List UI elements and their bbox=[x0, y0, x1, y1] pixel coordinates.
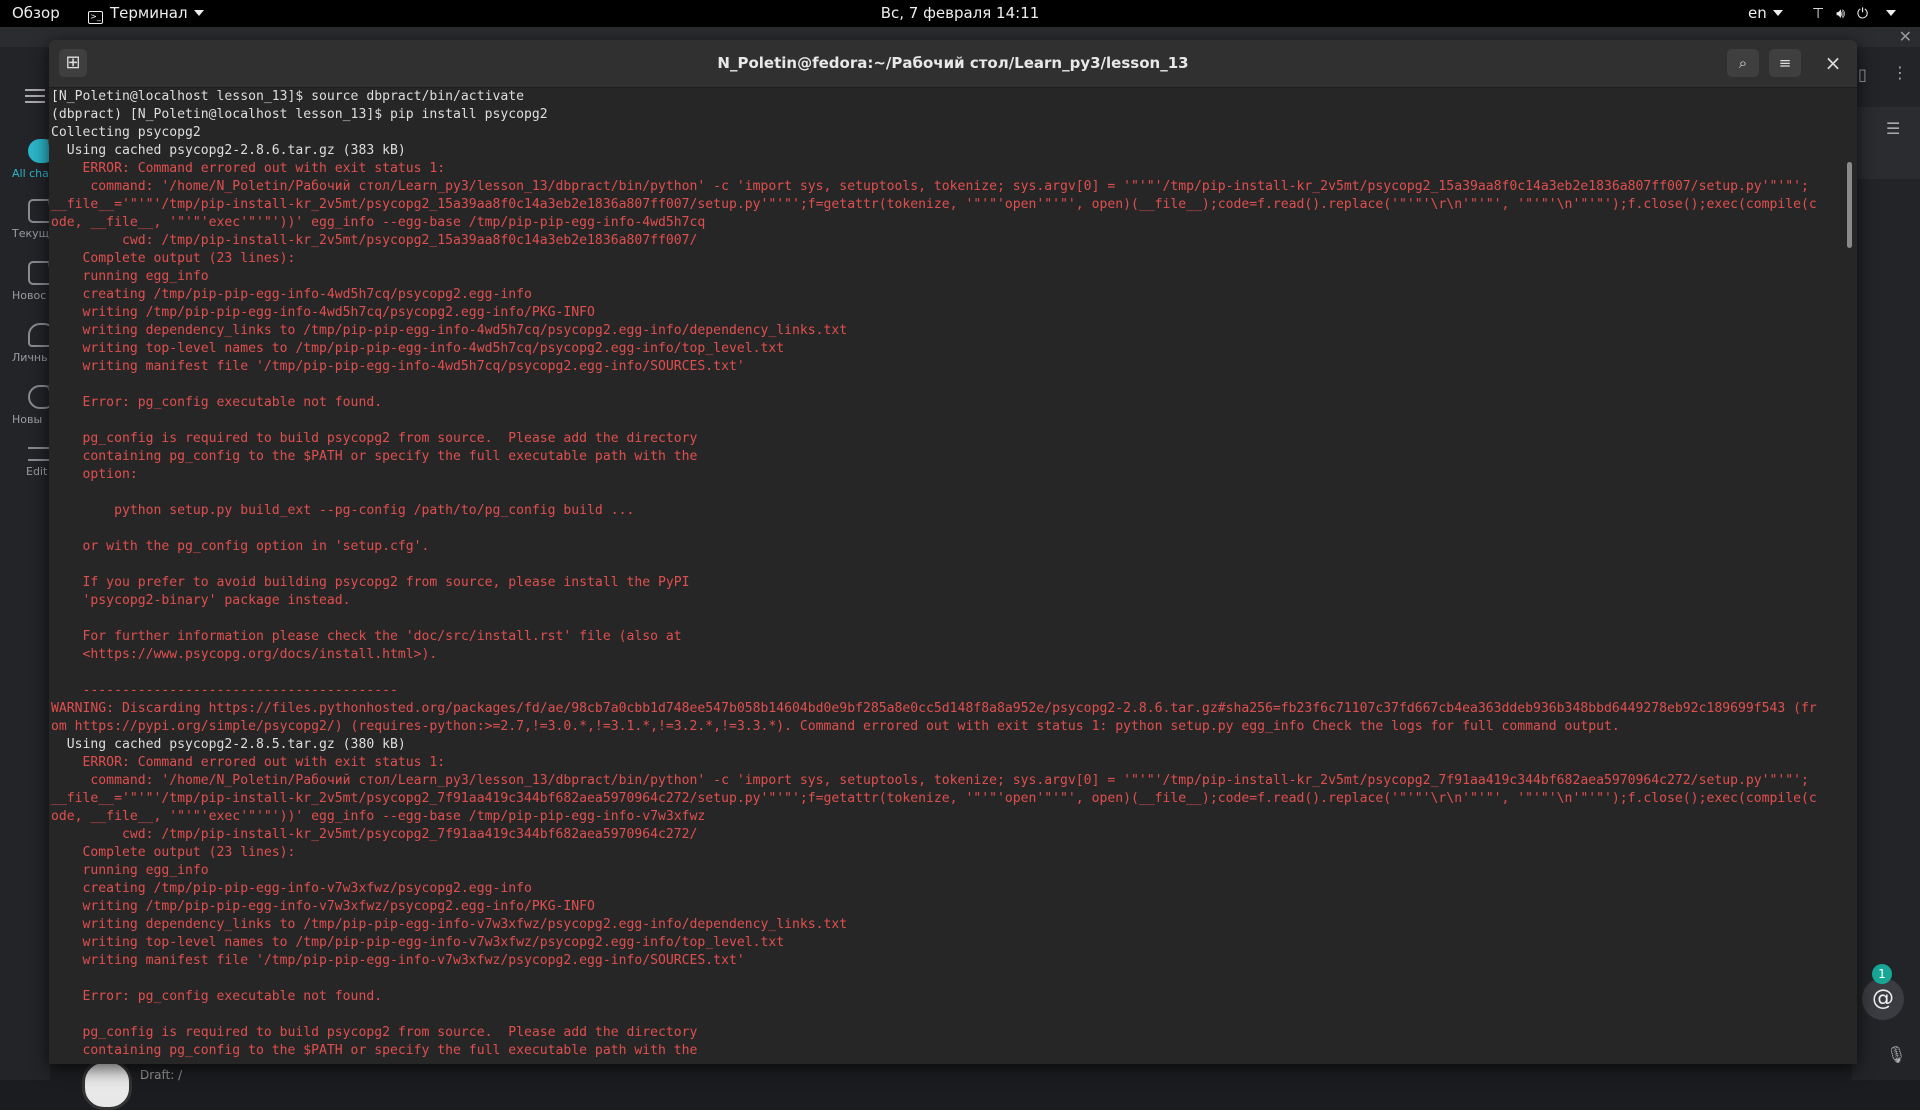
microphone-icon[interactable]: 🎙︎ bbox=[1886, 1045, 1906, 1064]
terminal-line: ERROR: Command errored out with exit sta… bbox=[51, 161, 446, 176]
terminal-line: Error: pg_config executable not found. bbox=[51, 395, 383, 410]
terminal-line: cwd: /tmp/pip-install-kr_2v5mt/psycopg2_… bbox=[51, 233, 698, 248]
chat-folders-sidebar: 5 All cha 2 Текущ 5 Новос Личнь 5 Новы E… bbox=[0, 47, 62, 1080]
terminal-line: cwd: /tmp/pip-install-kr_2v5mt/psycopg2_… bbox=[51, 827, 698, 842]
clock[interactable]: Вс, 7 февраля 14:11 bbox=[0, 0, 1920, 27]
terminal-line: <https://www.psycopg.org/docs/install.ht… bbox=[51, 647, 438, 662]
terminal-line: 'psycopg2-binary' package instead. bbox=[51, 593, 351, 608]
terminal-line: __file__='"'"'/tmp/pip-install-kr_2v5mt/… bbox=[51, 197, 1817, 212]
terminal-line: containing pg_config to the $PATH or spe… bbox=[51, 1043, 698, 1058]
sidebar-toggle-icon[interactable]: ▯ bbox=[1858, 65, 1867, 84]
close-button[interactable]: × bbox=[1817, 49, 1849, 77]
keyboard-layout-label: en bbox=[1748, 4, 1767, 22]
keyboard-layout-indicator[interactable]: en bbox=[1748, 0, 1783, 27]
terminal-titlebar[interactable]: ⊞ N_Poletin@fedora:~/Рабочий стол/Learn_… bbox=[49, 40, 1857, 88]
terminal-line: or with the pg_config option in 'setup.c… bbox=[51, 539, 430, 554]
terminal-line: python setup.py build_ext --pg-config /p… bbox=[51, 503, 635, 518]
window-title: N_Poletin@fedora:~/Рабочий стол/Learn_py… bbox=[717, 54, 1189, 72]
chevron-down-icon bbox=[1886, 10, 1897, 16]
terminal-line: pg_config is required to build psycopg2 … bbox=[51, 1025, 698, 1040]
terminal-line: running egg_info bbox=[51, 269, 209, 284]
mentions-badge: 1 bbox=[1872, 964, 1892, 984]
terminal-line: __file__='"'"'/tmp/pip-install-kr_2v5mt/… bbox=[51, 791, 1817, 806]
top-bar: Обзор >_ Терминал Вс, 7 февраля 14:11 en … bbox=[0, 0, 1920, 27]
terminal-line: Using cached psycopg2-2.8.5.tar.gz (380 … bbox=[51, 737, 406, 752]
terminal-line: containing pg_config to the $PATH or spe… bbox=[51, 449, 698, 464]
terminal-line: Using cached psycopg2-2.8.6.tar.gz (383 … bbox=[51, 143, 406, 158]
more-vertical-icon[interactable]: ⋮ bbox=[1892, 63, 1908, 82]
network-icon: ⊤ bbox=[1812, 6, 1825, 22]
pinned-icon[interactable]: ☰ bbox=[1886, 119, 1900, 138]
chevron-down-icon bbox=[1772, 10, 1783, 16]
hamburger-menu-icon[interactable] bbox=[25, 85, 45, 107]
terminal-line: Complete output (23 lines): bbox=[51, 845, 296, 860]
hamburger-menu-icon: ≡ bbox=[1778, 54, 1792, 72]
avatar bbox=[82, 1060, 132, 1110]
terminal-line: creating /tmp/pip-pip-egg-info-v7w3xfwz/… bbox=[51, 881, 532, 896]
scrollbar[interactable] bbox=[1843, 88, 1855, 1064]
terminal-line: writing manifest file '/tmp/pip-pip-egg-… bbox=[51, 953, 745, 968]
terminal-line: writing dependency_links to /tmp/pip-pip… bbox=[51, 323, 848, 338]
terminal-line: [N_Poletin@localhost lesson_13]$ source … bbox=[51, 89, 524, 104]
terminal-line: Collecting psycopg2 bbox=[51, 125, 201, 140]
terminal-line: writing dependency_links to /tmp/pip-pip… bbox=[51, 917, 848, 932]
close-icon: × bbox=[1824, 51, 1842, 75]
search-icon: ⌕ bbox=[1738, 54, 1748, 72]
terminal-line: om https://pypi.org/simple/psycopg2/) (r… bbox=[51, 719, 1620, 734]
terminal-output[interactable]: [N_Poletin@localhost lesson_13]$ source … bbox=[51, 88, 1841, 1064]
terminal-line: option: bbox=[51, 467, 138, 482]
terminal-line: (dbpract) [N_Poletin@localhost lesson_13… bbox=[51, 107, 548, 122]
terminal-line: writing /tmp/pip-pip-egg-info-v7w3xfwz/p… bbox=[51, 899, 595, 914]
terminal-line: If you prefer to avoid building psycopg2… bbox=[51, 575, 690, 590]
search-button[interactable]: ⌕ bbox=[1727, 49, 1759, 77]
terminal-line: command: '/home/N_Poletin/Рабочий стол/L… bbox=[51, 773, 1809, 788]
terminal-line: WARNING: Discarding https://files.python… bbox=[51, 701, 1817, 716]
terminal-line: running egg_info bbox=[51, 863, 209, 878]
chat-header-area bbox=[1852, 107, 1920, 179]
power-icon: ⏻ bbox=[1857, 6, 1869, 22]
system-menu[interactable]: ⊤ 🔊︎ ⏻ bbox=[1812, 0, 1908, 27]
menu-button[interactable]: ≡ bbox=[1769, 49, 1801, 77]
scrollbar-thumb[interactable] bbox=[1847, 162, 1852, 248]
terminal-line: ode, __file__, '"'"'exec'"'"'))' egg_inf… bbox=[51, 215, 706, 230]
mentions-button[interactable]: @ bbox=[1862, 978, 1904, 1020]
terminal-line: writing top-level names to /tmp/pip-pip-… bbox=[51, 935, 785, 950]
close-icon[interactable]: ✕ bbox=[1899, 27, 1912, 47]
terminal-window: ⊞ N_Poletin@fedora:~/Рабочий стол/Learn_… bbox=[49, 40, 1857, 1064]
terminal-line: Error: pg_config executable not found. bbox=[51, 989, 383, 1004]
terminal-line: For further information please check the… bbox=[51, 629, 682, 644]
terminal-line: ode, __file__, '"'"'exec'"'"'))' egg_inf… bbox=[51, 809, 706, 824]
terminal-line: creating /tmp/pip-pip-egg-info-4wd5h7cq/… bbox=[51, 287, 532, 302]
chat-side-panel bbox=[1852, 47, 1920, 1080]
terminal-line: writing top-level names to /tmp/pip-pip-… bbox=[51, 341, 785, 356]
terminal-line: Complete output (23 lines): bbox=[51, 251, 296, 266]
terminal-line: ---------------------------------------- bbox=[51, 683, 398, 698]
terminal-line: command: '/home/N_Poletin/Рабочий стол/L… bbox=[51, 179, 1809, 194]
terminal-line: ERROR: Command errored out with exit sta… bbox=[51, 755, 446, 770]
terminal-line: writing manifest file '/tmp/pip-pip-egg-… bbox=[51, 359, 745, 374]
volume-icon: 🔊︎ bbox=[1836, 6, 1846, 22]
terminal-line: writing /tmp/pip-pip-egg-info-4wd5h7cq/p… bbox=[51, 305, 595, 320]
terminal-line: pg_config is required to build psycopg2 … bbox=[51, 431, 698, 446]
